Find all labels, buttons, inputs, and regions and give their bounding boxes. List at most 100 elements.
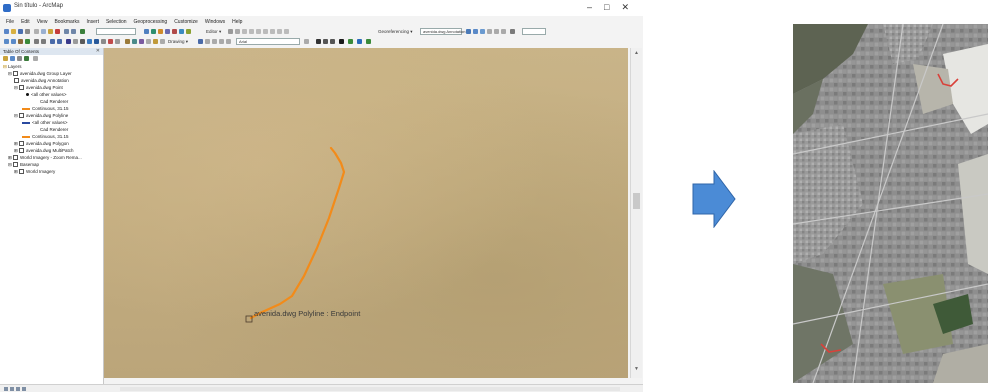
pointer-icon[interactable] [146,39,151,44]
link-table-icon[interactable] [494,29,499,34]
add-control-points-icon[interactable] [487,29,492,34]
avenida-polyline[interactable] [249,146,346,320]
toc-layer-point[interactable]: ⊟ avenida.dwg Point [14,85,63,91]
menu-help[interactable]: Help [232,19,242,25]
georeferencing-menu[interactable]: Georeferencing ▾ [378,29,413,35]
new-document-icon[interactable] [4,29,9,34]
scroll-down-icon[interactable]: ▼ [633,366,640,372]
map-scale-field[interactable] [96,28,136,35]
list-by-visibility-icon[interactable] [17,56,22,61]
toc-close-button[interactable]: ✕ [96,48,100,55]
layer-visibility-checkbox[interactable] [19,85,25,91]
text-icon[interactable] [160,39,165,44]
paste-icon[interactable] [48,29,53,34]
draw-text-icon[interactable] [219,39,224,44]
find-icon[interactable] [94,39,99,44]
rotate-icon[interactable] [466,29,471,34]
menu-insert[interactable]: Insert [86,19,99,25]
font-color-icon[interactable] [226,39,231,44]
font-size-icon[interactable] [304,39,309,44]
toc-layer-world-imagery-rema[interactable]: ⊞ World Imagery - Zoom Rema... [8,155,82,161]
toc-layer-annotation[interactable]: avenida.dwg Annotation [14,78,69,84]
layer-visibility-checkbox[interactable] [19,113,25,119]
menu-view[interactable]: View [37,19,48,25]
copy-icon[interactable] [41,29,46,34]
scale-icon[interactable] [480,29,485,34]
toc-layers-root[interactable]: ⊟ Layers [3,64,22,70]
modelbuilder-icon[interactable] [186,29,191,34]
zoom-out-icon[interactable] [11,39,16,44]
viewer-icon[interactable] [510,29,515,34]
map-horizontal-scrollbar[interactable] [120,387,620,391]
arctoolbox-icon[interactable] [172,29,177,34]
forward-extent-icon[interactable] [57,39,62,44]
layer-visibility-checkbox[interactable] [13,71,19,77]
toc-layer-multipatch[interactable]: ⊞ avenida.dwg MultiPatch [14,148,74,154]
shift-icon[interactable] [473,29,478,34]
create-features-icon[interactable] [284,29,289,34]
cut-icon[interactable] [34,29,39,34]
save-icon[interactable] [18,29,23,34]
straight-segment-icon[interactable] [242,29,247,34]
time-slider-icon[interactable] [125,39,130,44]
marker-color-icon[interactable] [366,39,371,44]
menu-selection[interactable]: Selection [106,19,127,25]
layer-visibility-checkbox[interactable] [19,148,25,154]
layer-visibility-checkbox[interactable] [19,141,25,147]
auto-adjust-icon[interactable] [501,29,506,34]
split-tool-icon[interactable] [256,29,261,34]
measure-icon[interactable] [101,39,106,44]
layout-view-icon[interactable] [10,387,14,391]
select-features-icon[interactable] [66,39,71,44]
drawing-menu[interactable]: Drawing ▾ [168,39,188,45]
full-extent-icon[interactable] [25,39,30,44]
pause-drawing-icon[interactable] [22,387,26,391]
scroll-up-icon[interactable]: ▲ [633,50,640,56]
scroll-thumb[interactable] [633,193,640,209]
layer-visibility-checkbox[interactable] [19,169,25,175]
menu-edit[interactable]: Edit [21,19,30,25]
drawing-pointer-icon[interactable] [198,39,203,44]
menu-bookmarks[interactable]: Bookmarks [54,19,79,25]
redo-icon[interactable] [71,29,76,34]
list-by-drawing-order-icon[interactable] [3,56,8,61]
rectangle-icon[interactable] [153,39,158,44]
catalog-icon[interactable] [158,29,163,34]
edit-tool-icon[interactable] [228,29,233,34]
map-view[interactable]: avenida.dwg Polyline : Endpoint [104,48,628,378]
open-folder-icon[interactable] [11,29,16,34]
zoom-combobox[interactable] [522,28,546,35]
sketch-properties-icon[interactable] [277,29,282,34]
font-name-dropdown[interactable]: Arial [236,38,300,45]
italic-icon[interactable] [323,39,328,44]
layer-visibility-checkbox[interactable] [13,162,19,168]
toc-layer-world-imagery[interactable]: ⊞ World Imagery [14,169,55,175]
select-elements-icon[interactable] [80,39,85,44]
fixed-zoom-in-icon[interactable] [34,39,39,44]
map-vertical-scrollbar[interactable]: ▲ ▼ [630,48,642,378]
bold-icon[interactable] [316,39,321,44]
search-icon[interactable] [165,29,170,34]
add-data-icon[interactable] [80,29,85,34]
go-to-xy-icon[interactable] [139,39,144,44]
attributes-icon[interactable] [270,29,275,34]
toc-layer-polyline[interactable]: ⊟ avenida.dwg Polyline [14,113,68,119]
data-view-icon[interactable] [4,387,8,391]
font-color-swatch-icon[interactable] [339,39,344,44]
list-by-selection-icon[interactable] [24,56,29,61]
toc-options-icon[interactable] [33,56,38,61]
georef-layer-dropdown[interactable]: avenida.dwg Annotation [420,28,465,35]
close-button[interactable]: ✕ [621,2,629,13]
menu-geoprocessing[interactable]: Geoprocessing [134,19,168,25]
list-by-source-icon[interactable] [10,56,15,61]
undo-icon[interactable] [64,29,69,34]
editor-menu[interactable]: Editor ▾ [206,29,221,35]
back-extent-icon[interactable] [50,39,55,44]
zoom-in-icon[interactable] [4,39,9,44]
html-popup-icon[interactable] [115,39,120,44]
draw-rectangle-icon[interactable] [212,39,217,44]
print-icon[interactable] [25,29,30,34]
menu-file[interactable]: File [6,19,14,25]
menu-windows[interactable]: Windows [205,19,225,25]
layer-visibility-checkbox[interactable] [14,78,19,84]
